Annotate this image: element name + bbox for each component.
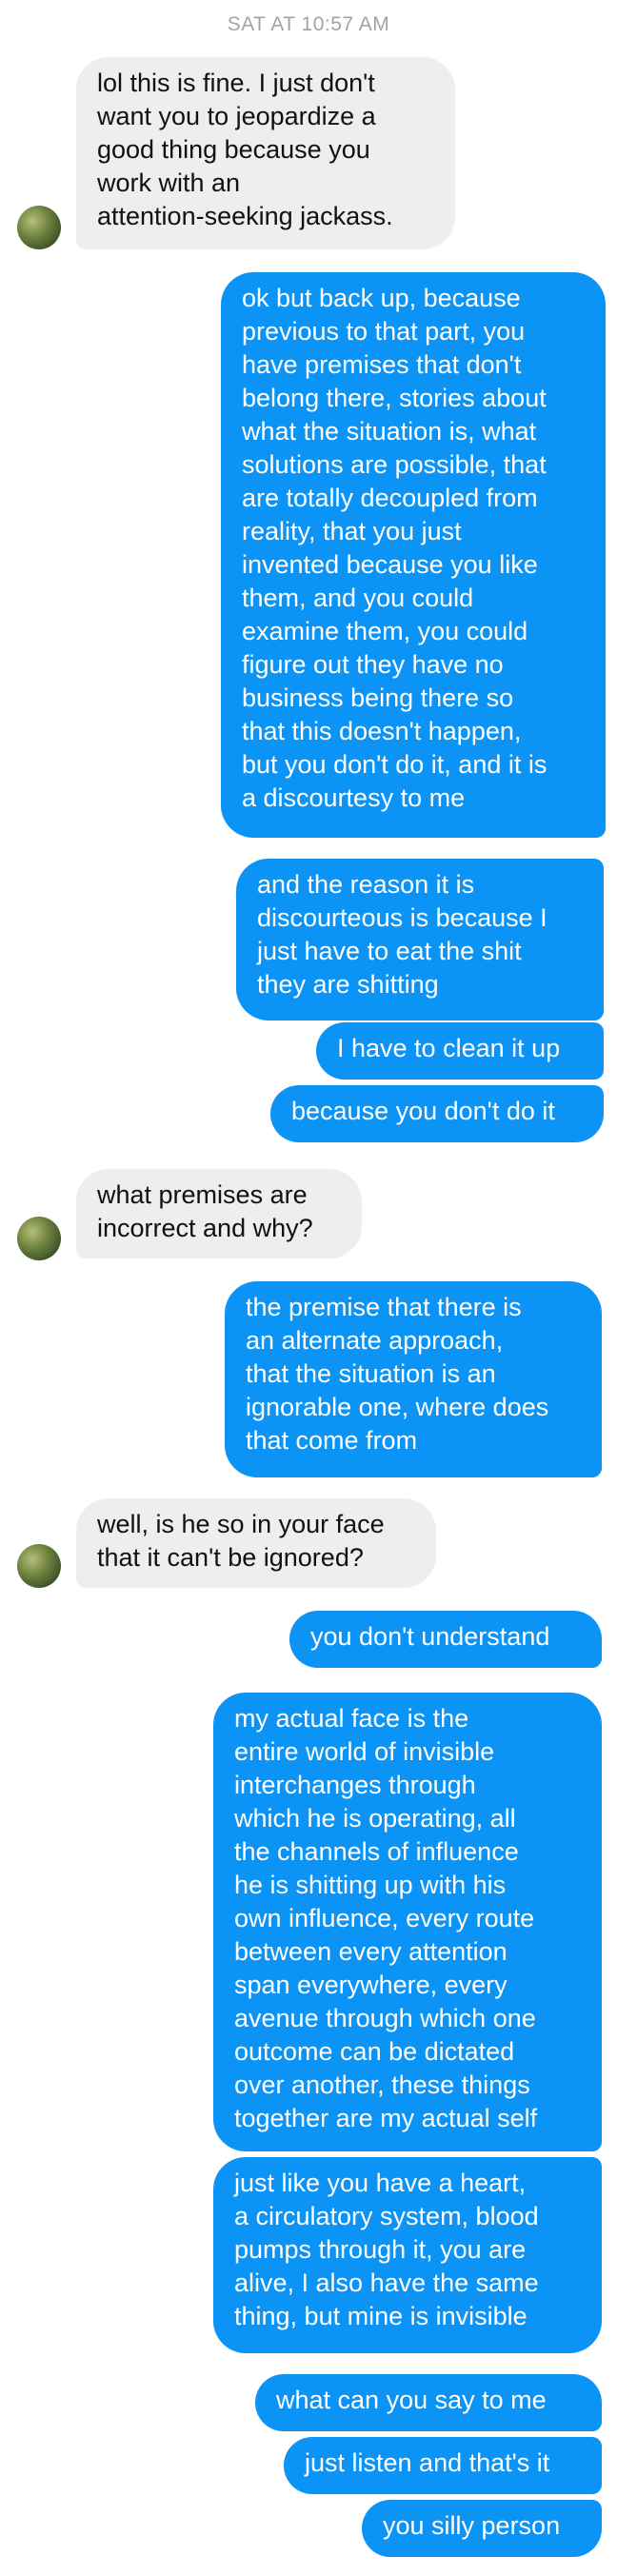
- contact-avatar[interactable]: [17, 1217, 61, 1260]
- message-bubble-outgoing[interactable]: what can you say to me: [255, 2374, 602, 2431]
- contact-avatar[interactable]: [17, 206, 61, 249]
- message-bubble-outgoing[interactable]: the premise that there is an alternate a…: [225, 1281, 602, 1477]
- message-bubble-outgoing[interactable]: I have to clean it up: [316, 1022, 604, 1080]
- message-bubble-outgoing[interactable]: just listen and that's it: [284, 2437, 602, 2494]
- message-bubble-outgoing[interactable]: ok but back up, because previous to that…: [221, 272, 606, 838]
- message-bubble-incoming[interactable]: what premises are incorrect and why?: [76, 1169, 362, 1258]
- timestamp: SAT AT 10:57 AM: [227, 13, 390, 35]
- message-bubble-incoming[interactable]: well, is he so in your face that it can'…: [76, 1498, 436, 1588]
- message-bubble-outgoing[interactable]: and the reason it is discourteous is bec…: [236, 859, 604, 1020]
- message-bubble-incoming[interactable]: lol this is fine. I just don't want you …: [76, 57, 455, 249]
- contact-avatar[interactable]: [17, 1544, 61, 1588]
- message-bubble-outgoing[interactable]: because you don't do it: [270, 1085, 604, 1142]
- message-bubble-outgoing[interactable]: my actual face is the entire world of in…: [213, 1693, 602, 2151]
- message-bubble-outgoing[interactable]: you silly person: [362, 2500, 602, 2557]
- message-bubble-outgoing[interactable]: you don't understand: [289, 1611, 602, 1668]
- message-bubble-outgoing[interactable]: just like you have a heart, a circulator…: [213, 2157, 602, 2353]
